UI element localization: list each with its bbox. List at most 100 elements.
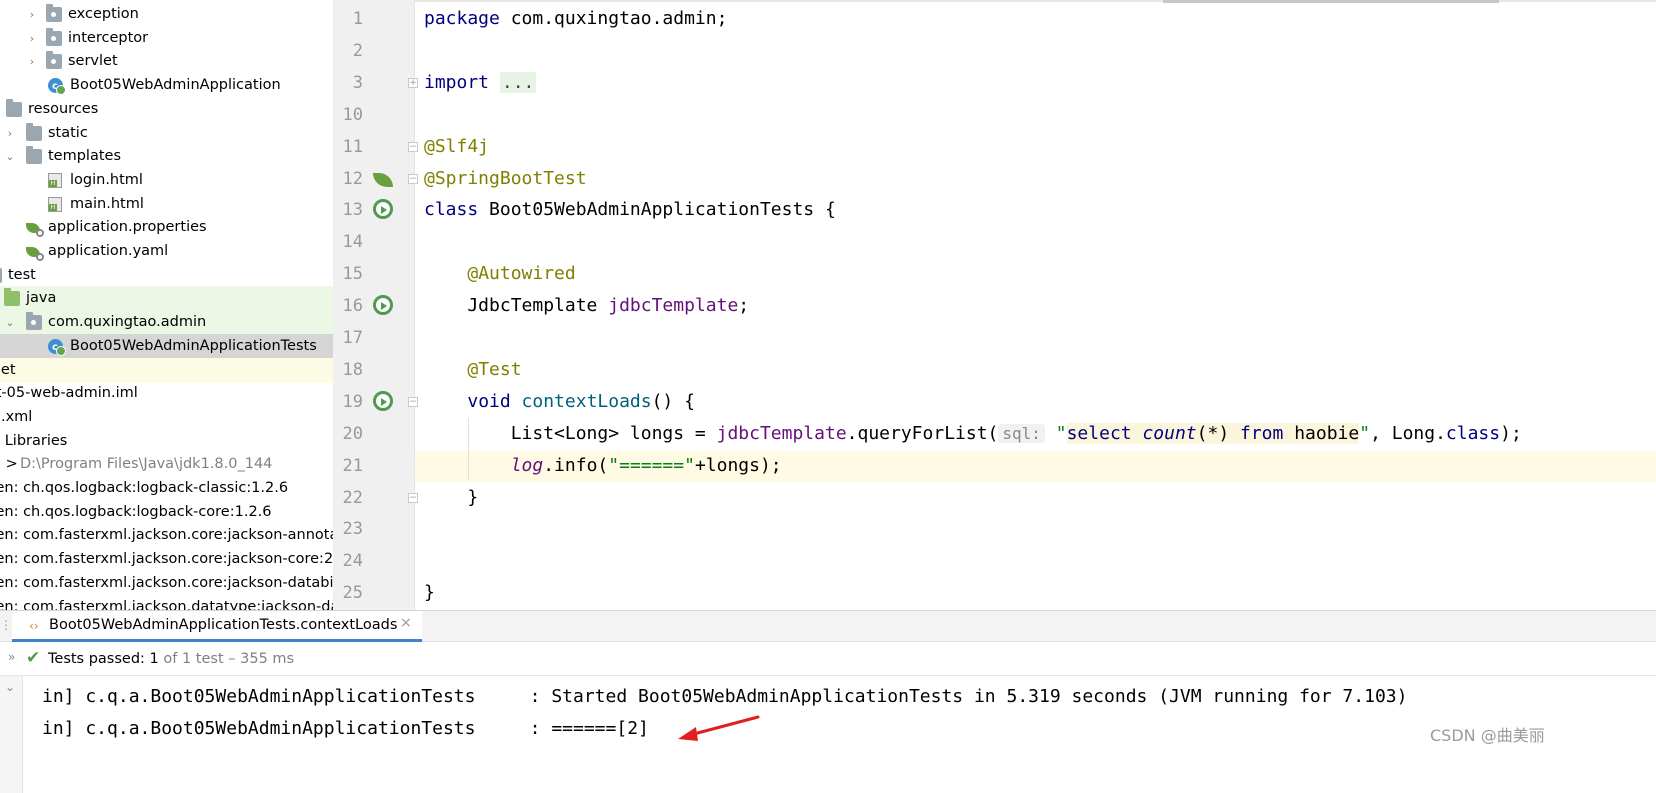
tree-item[interactable]: aven: com.fasterxml.jackson.core:jackson… — [0, 547, 333, 572]
tree-item-label: static — [48, 124, 88, 141]
code-line[interactable]: 18 @Test — [333, 354, 1656, 386]
chevron-down-icon[interactable]: ⌄ — [4, 144, 16, 169]
line-number: 25 — [342, 583, 363, 604]
console-output[interactable]: ⌄ in] c.q.a.Boot05WebAdminApplicationTes… — [0, 676, 1656, 793]
tree-item[interactable]: om.xml — [0, 405, 333, 430]
code-text: List<Long> longs = jdbcTemplate.queryFor… — [424, 418, 1522, 450]
tree-item[interactable]: › interceptor — [0, 26, 333, 51]
tree-item-label: oot-05-web-admin.iml — [0, 385, 138, 402]
tree-item-label: test — [8, 266, 36, 283]
tree-item[interactable]: resources — [0, 97, 333, 122]
code-token: () { — [651, 390, 695, 412]
tree-item[interactable]: aven: com.fasterxml.jackson.core:jackson… — [0, 523, 333, 548]
run-config-tab[interactable]: ‹› Boot05WebAdminApplicationTests.contex… — [12, 611, 422, 642]
run-test-icon[interactable] — [373, 199, 393, 220]
tree-item[interactable]: application.properties — [0, 215, 333, 240]
tree-item[interactable]: Hmain.html — [0, 192, 333, 217]
tree-item[interactable]: aven: ch.qos.logback:logback-core:1.2.6 — [0, 500, 333, 525]
line-number: 14 — [342, 232, 363, 253]
chevron-down-icon[interactable]: ⌄ — [5, 680, 15, 694]
chevron-down-icon[interactable]: ⌄ — [4, 310, 16, 335]
line-number: 21 — [342, 455, 363, 476]
code-editor[interactable]: 1 package com.quxingtao.admin; 2 3 + import .… — [333, 0, 1656, 610]
tree-item[interactable]: Hlogin.html — [0, 168, 333, 193]
tree-item[interactable]: nal Libraries — [0, 429, 333, 454]
code-line[interactable]: 25} — [333, 577, 1656, 609]
code-line[interactable]: 16 JdbcTemplate jdbcTemplate; — [333, 290, 1656, 322]
code-token: log — [510, 454, 544, 476]
tree-item[interactable]: oot-05-web-admin.iml — [0, 381, 333, 406]
line-number: 13 — [342, 200, 363, 221]
close-icon[interactable]: × — [400, 615, 412, 631]
autowired-nav-icon[interactable] — [373, 295, 393, 316]
tree-item[interactable]: ⌄ templates — [0, 144, 333, 169]
code-token: " — [1055, 422, 1067, 444]
code-line[interactable]: 11 − @Slf4j — [333, 131, 1656, 163]
code-token: @SpringBootTest — [424, 167, 587, 189]
code-line[interactable]: 23 — [333, 513, 1656, 545]
tree-item-label: aven: com.fasterxml.jackson.core:jackson… — [0, 527, 333, 544]
tree-item-label: aven: ch.qos.logback:logback-core:1.2.6 — [0, 503, 272, 520]
code-line[interactable]: 22 − } — [333, 482, 1656, 514]
code-line[interactable]: 17 — [333, 322, 1656, 354]
tree-item[interactable]: aven: com.fasterxml.jackson.core:jackson… — [0, 571, 333, 596]
tree-item[interactable]: › static — [0, 121, 333, 146]
code-line[interactable]: 19 − void contextLoads() { — [333, 386, 1656, 418]
tree-item-label: servlet — [68, 53, 118, 70]
panel-options-icon[interactable]: ⋮ — [0, 618, 12, 632]
code-token: } — [424, 486, 479, 508]
code-token: List<Long> longs = — [424, 422, 717, 444]
code-line[interactable]: 24 — [333, 545, 1656, 577]
tree-item[interactable]: aven: ch.qos.logback:logback-classic:1.2… — [0, 476, 333, 501]
code-line[interactable]: 21 log.info("======"+longs); — [333, 450, 1656, 482]
code-line[interactable]: 1 package com.quxingtao.admin; — [333, 3, 1656, 35]
test-status-bar: » ✔ Tests passed: 1 of 1 test – 355 ms — [0, 642, 1656, 676]
tree-item[interactable]: ⌄ com.quxingtao.admin — [0, 310, 333, 336]
tree-item-label: application.properties — [48, 219, 207, 236]
fold-marker-icon[interactable]: − — [408, 492, 418, 503]
code-line[interactable]: 20 List<Long> longs = jdbcTemplate.query… — [333, 418, 1656, 450]
tree-item-label: Boot05WebAdminApplicationTests — [70, 337, 317, 354]
code-text: } — [424, 577, 435, 609]
chevron-right-icon[interactable]: › — [26, 49, 38, 74]
expand-toolbar-icon[interactable]: » — [8, 650, 15, 664]
tree-item[interactable]: › exception — [0, 2, 333, 27]
watermark: CSDN @曲美丽 — [1430, 726, 1545, 745]
tree-item[interactable]: test — [0, 263, 333, 288]
chevron-right-icon[interactable]: › — [26, 2, 38, 27]
code-line[interactable]: 15 @Autowired — [333, 258, 1656, 290]
tree-item[interactable]: c Boot05WebAdminApplicationTests — [0, 333, 333, 359]
folder-icon — [26, 122, 42, 141]
chevron-right-icon[interactable]: › — [4, 121, 16, 146]
code-token: contextLoads — [521, 390, 652, 412]
tree-item-label: aven: ch.qos.logback:logback-classic:1.2… — [0, 480, 289, 496]
fold-marker-icon[interactable]: − — [408, 173, 418, 184]
code-token: package — [424, 8, 511, 29]
tree-item[interactable]: application.yaml — [0, 239, 333, 264]
fold-marker-icon[interactable]: + — [408, 77, 418, 88]
code-line[interactable]: 10 — [333, 99, 1656, 131]
code-line[interactable]: 14 — [333, 226, 1656, 258]
tree-item[interactable]: java — [0, 286, 333, 312]
fold-marker-icon[interactable]: − — [408, 396, 418, 407]
code-line[interactable]: 13 class Boot05WebAdminApplicationTests { — [333, 194, 1656, 226]
tree-item[interactable]: c Boot05WebAdminApplication — [0, 73, 333, 98]
code-token: jdbcTemplate — [608, 295, 739, 317]
code-text: @SpringBootTest — [424, 163, 587, 195]
tree-item[interactable]: 1.8 >D:\Program Files\Java\jdk1.8.0_144 — [0, 452, 333, 477]
line-number: 11 — [342, 136, 363, 157]
tree-item[interactable]: › servlet — [0, 49, 333, 74]
tree-item[interactable]: rget — [0, 357, 333, 383]
fold-marker-icon[interactable]: − — [408, 141, 418, 152]
package-folder-icon — [46, 51, 62, 70]
code-line[interactable]: 3 + import ... — [333, 67, 1656, 99]
run-test-icon[interactable] — [373, 390, 393, 411]
code-line[interactable]: 12 − @SpringBootTest — [333, 163, 1656, 195]
package-folder-icon — [26, 312, 42, 331]
code-token: from — [1240, 422, 1295, 444]
spring-bean-icon[interactable] — [373, 172, 393, 187]
code-line[interactable]: 2 — [333, 35, 1656, 67]
chevron-right-icon[interactable]: › — [26, 26, 38, 51]
